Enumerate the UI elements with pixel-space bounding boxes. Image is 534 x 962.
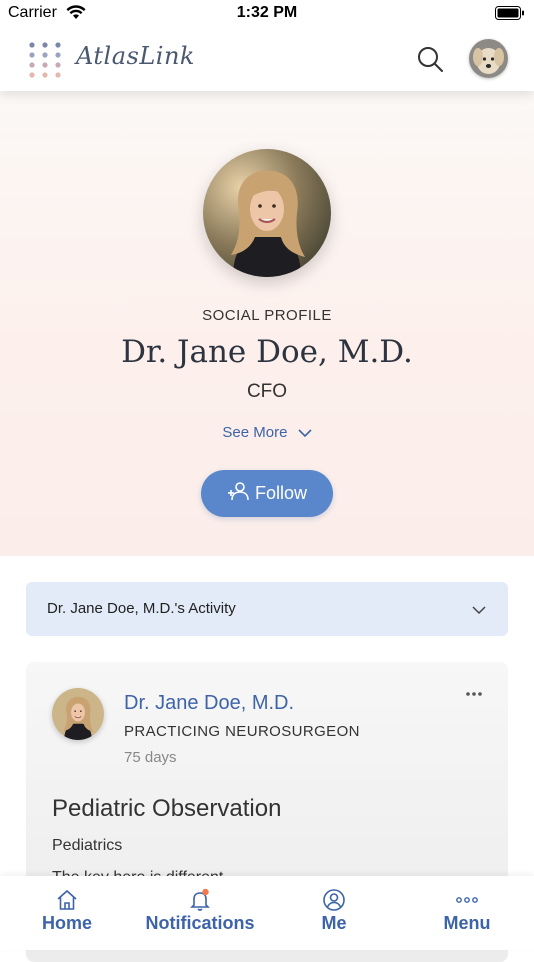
profile-title: CFO <box>246 381 288 402</box>
post-author-name[interactable]: Dr. Jane Doe, M.D. <box>124 692 294 715</box>
person-icon <box>298 888 370 912</box>
home-icon <box>22 888 112 912</box>
post-timestamp: 75 days <box>124 749 177 766</box>
more-options-icon[interactable] <box>464 688 484 700</box>
tab-me-label: Me <box>321 913 347 933</box>
tab-notifications-label: Notifications <box>145 913 255 933</box>
activity-label: Dr. Jane Doe, M.D.'s Activity <box>47 600 236 617</box>
app-header: AtlasLink <box>0 27 534 91</box>
user-avatar[interactable] <box>469 39 508 78</box>
chevron-down-icon <box>472 602 486 620</box>
profile-hero: SOCIAL PROFILE Dr. Jane Doe, M.D. CFO Se… <box>0 91 534 556</box>
profile-photo <box>203 149 331 277</box>
tab-me[interactable]: Me <box>298 876 370 950</box>
tab-home[interactable]: Home <box>22 876 112 950</box>
tab-notifications[interactable]: Notifications <box>137 876 263 950</box>
tab-home-label: Home <box>41 913 92 933</box>
status-bar: Carrier 1:32 PM <box>0 0 534 27</box>
clock: 1:32 PM <box>236 4 298 21</box>
search-icon[interactable] <box>414 43 446 75</box>
follow-button[interactable]: Follow <box>201 470 333 517</box>
atlaslink-logo-icon[interactable] <box>28 41 64 84</box>
more-icon <box>428 888 506 912</box>
add-person-icon <box>227 481 249 506</box>
profile-eyebrow: SOCIAL PROFILE <box>202 307 332 324</box>
post-author-avatar[interactable] <box>52 688 104 740</box>
profile-name: Dr. Jane Doe, M.D. <box>121 334 413 370</box>
tab-menu[interactable]: Menu <box>428 876 506 950</box>
tab-menu-label: Menu <box>443 913 491 933</box>
battery-icon <box>495 6 525 25</box>
post-title: Pediatric Observation <box>52 795 282 822</box>
brand-name: AtlasLink <box>76 42 195 70</box>
bell-icon <box>137 888 263 912</box>
see-more-toggle[interactable]: See More <box>0 424 534 442</box>
bottom-tab-bar: Home Notifications Me Menu <box>0 876 534 950</box>
see-more-label: See More <box>222 424 288 441</box>
activity-dropdown[interactable]: Dr. Jane Doe, M.D.'s Activity <box>26 582 508 636</box>
post-category: Pediatrics <box>52 837 123 854</box>
chevron-down-icon <box>298 425 312 442</box>
post-author-role: PRACTICING NEUROSURGEON <box>124 723 360 740</box>
follow-label: Follow <box>254 483 307 503</box>
